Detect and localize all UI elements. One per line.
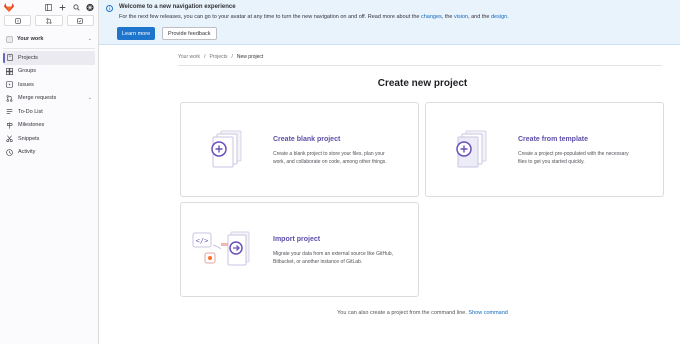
user-avatar-icon[interactable] [86, 3, 94, 11]
create-blank-project-card[interactable]: Create blank project Create a blank proj… [180, 102, 419, 197]
sidebar-nav: Projects Groups Issues Merge requests ⌄ … [0, 49, 98, 161]
banner-text-sep: , and the [468, 13, 491, 20]
description-line: Create a blank project to store your fil… [273, 151, 385, 157]
navigation-announcement-banner: i Welcome to a new navigation experience… [99, 0, 680, 45]
sidebar-item-label: Projects [18, 54, 38, 61]
banner-text-intro: For the next few releases, you can go to… [119, 13, 421, 20]
banner-text-sep: , the [441, 13, 454, 20]
command-line-hint: You can also create a project from the c… [0, 310, 680, 316]
import-project-description: Migrate your data from an external sourc… [273, 250, 415, 266]
sidebar-item-label: To-Do List [18, 108, 43, 115]
snippet-icon [6, 135, 13, 143]
sidebar-item-label: Snippets [18, 135, 40, 142]
learn-more-button[interactable]: Learn more [117, 27, 156, 40]
breadcrumb: Your work / Projects / New project [178, 54, 263, 60]
sidebar-item-activity[interactable]: Activity [3, 146, 95, 160]
sidebar-item-label: Merge requests [18, 95, 57, 102]
sidebar-counters [0, 15, 98, 29]
todo-icon [6, 108, 13, 115]
create-blank-project-description: Create a blank project to store your fil… [273, 150, 413, 166]
plus-icon[interactable] [58, 3, 66, 11]
sidebar-item-label: Activity [18, 149, 36, 156]
design-link[interactable]: design [491, 14, 507, 20]
sidebar-item-milestones[interactable]: Milestones [3, 119, 95, 133]
page-title: Create new project [377, 78, 468, 89]
breadcrumb-separator: / [204, 54, 206, 60]
breadcrumb-separator: / [231, 54, 233, 60]
breadcrumb-your-work[interactable]: Your work [178, 54, 200, 60]
context-switcher[interactable]: Your work ⌄ [3, 33, 95, 45]
create-from-template-card[interactable]: Create from template Create a project pr… [425, 102, 664, 197]
sidebar-item-groups[interactable]: Groups [3, 65, 95, 79]
merge-request-icon [6, 94, 13, 102]
sidebar-item-label: Groups [18, 68, 37, 75]
description-line: Create a project pre-populated with the … [518, 151, 629, 157]
merge-requests-count-button[interactable] [35, 15, 63, 26]
search-icon[interactable] [72, 3, 80, 11]
issues-count-button[interactable] [4, 15, 32, 26]
breadcrumb-new-project[interactable]: New project [237, 54, 263, 60]
milestone-icon [6, 122, 13, 129]
group-icon [6, 67, 13, 75]
sidebar: Your work ⌄ Projects Groups Issues Merge… [0, 0, 99, 344]
description-line: files to get you started quickly. [518, 159, 585, 165]
context-avatar-icon [6, 35, 13, 43]
changes-link[interactable]: changes [421, 14, 442, 20]
create-blank-project-title[interactable]: Create blank project [273, 136, 340, 143]
breadcrumb-projects[interactable]: Projects [209, 54, 227, 60]
description-line: work, and collaborate on code, among oth… [273, 159, 387, 165]
template-illustration-icon [456, 130, 487, 168]
description-line: Bitbucket, or another instance of GitLab… [273, 259, 363, 265]
todos-count-button[interactable] [66, 15, 94, 26]
sidebar-item-projects[interactable]: Projects [3, 51, 95, 65]
show-command-link[interactable]: Show command [468, 310, 507, 316]
sidebar-item-merge-requests[interactable]: Merge requests ⌄ [3, 92, 95, 106]
merge-request-icon [46, 17, 52, 24]
sidebar-item-label: Milestones [18, 122, 45, 129]
sidebar-item-todo-list[interactable]: To-Do List [3, 105, 95, 119]
command-line-hint-text: You can also create a project from the c… [337, 310, 467, 316]
import-project-card[interactable]: </> Import project Migrate your data fro… [180, 202, 419, 297]
sidebar-top-bar [0, 0, 98, 14]
info-icon: i [106, 5, 113, 12]
blank-project-illustration-icon [211, 130, 242, 168]
import-project-title[interactable]: Import project [273, 236, 320, 243]
create-from-template-description: Create a project pre-populated with the … [518, 150, 658, 166]
chevron-down-icon: ⌄ [87, 95, 92, 102]
provide-feedback-button[interactable]: Provide feedback [162, 27, 217, 40]
sidebar-item-snippets[interactable]: Snippets [3, 132, 95, 146]
sidebar-toggle-icon[interactable] [44, 3, 52, 11]
svg-text:</>: </> [196, 237, 209, 245]
issues-icon [14, 17, 21, 24]
todo-icon [77, 17, 84, 24]
context-label: Your work [17, 36, 44, 42]
activity-icon [6, 148, 13, 156]
import-project-illustration-icon: </> [192, 231, 250, 266]
create-from-template-title[interactable]: Create from template [518, 136, 588, 143]
banner-text: For the next few releases, you can go to… [119, 14, 509, 20]
gitlab-logo-icon[interactable] [4, 2, 14, 12]
banner-text-end: . [507, 13, 509, 20]
chevron-down-icon: ⌄ [87, 36, 92, 42]
banner-title: Welcome to a new navigation experience [119, 4, 236, 10]
description-line: Migrate your data from an external sourc… [273, 251, 394, 257]
project-icon [6, 54, 13, 62]
breadcrumb-divider [178, 65, 662, 66]
vision-link[interactable]: vision [454, 14, 468, 20]
